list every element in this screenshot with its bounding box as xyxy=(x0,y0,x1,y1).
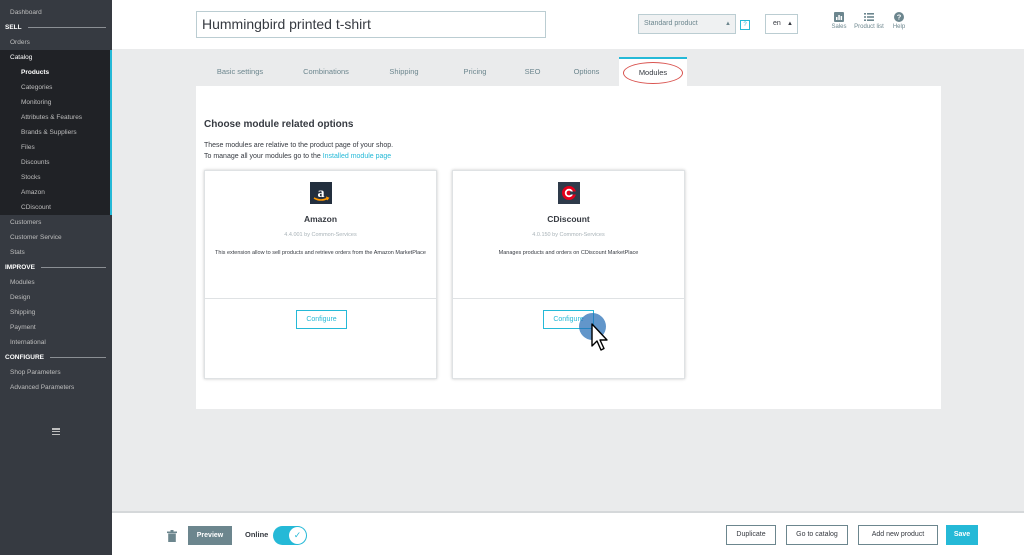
product-header: Hummingbird printed t-shirt Standard pro… xyxy=(112,0,1024,49)
bar-chart-icon xyxy=(834,12,844,22)
list-icon xyxy=(864,13,874,21)
sidebar-item-amazon[interactable]: Amazon xyxy=(0,185,110,200)
sidebar: Dashboard SELL Orders Catalog Products C… xyxy=(0,0,112,555)
tab-options[interactable]: Options xyxy=(554,57,619,86)
help-circle-icon: ? xyxy=(894,12,904,22)
sidebar-item-payment[interactable]: Payment xyxy=(0,320,112,335)
sidebar-group-catalog: Catalog Products Categories Monitoring A… xyxy=(0,50,112,215)
section-divider xyxy=(27,27,106,28)
mouse-pointer-icon xyxy=(591,323,608,351)
sidebar-item-files[interactable]: Files xyxy=(0,140,110,155)
check-icon: ✓ xyxy=(289,527,306,544)
help-label: Help xyxy=(892,24,906,30)
sidebar-item-shipping[interactable]: Shipping xyxy=(0,305,112,320)
language-select[interactable]: en ▲ xyxy=(765,14,798,34)
sidebar-item-catalog[interactable]: Catalog xyxy=(0,50,110,65)
select-caret-icon: ▲ xyxy=(787,21,793,27)
section-heading: Choose module related options xyxy=(204,119,354,130)
preview-button[interactable]: Preview xyxy=(188,526,232,545)
module-card-cdiscount: CDiscount 4.0.150 by Common-Services Man… xyxy=(452,170,685,379)
sidebar-item-categories[interactable]: Categories xyxy=(0,80,110,95)
section-divider xyxy=(50,357,106,358)
select-caret-icon: ▲ xyxy=(725,21,731,27)
sales-label: Sales xyxy=(831,24,847,30)
menu-collapse-icon[interactable] xyxy=(52,428,60,435)
go-to-catalog-button[interactable]: Go to catalog xyxy=(786,525,848,545)
product-type-help-icon[interactable]: ? xyxy=(740,20,750,30)
tab-pricing[interactable]: Pricing xyxy=(439,57,511,86)
module-version: 4.0.150 by Common-Services xyxy=(532,232,605,238)
section-label: IMPROVE xyxy=(5,264,35,271)
sidebar-item-design[interactable]: Design xyxy=(0,290,112,305)
description-text: To manage all your modules go to the xyxy=(204,153,323,160)
sidebar-item-brands[interactable]: Brands & Suppliers xyxy=(0,125,110,140)
product-footer: Preview Online ✓ Duplicate Go to catalog… xyxy=(112,511,1024,555)
module-card-amazon: a Amazon 4.4.001 by Common-Services This… xyxy=(204,170,437,379)
language-value: en xyxy=(773,20,781,27)
add-new-product-button[interactable]: Add new product xyxy=(858,525,938,545)
sidebar-item-stats[interactable]: Stats xyxy=(0,245,112,260)
duplicate-button[interactable]: Duplicate xyxy=(726,525,776,545)
sidebar-section-sell: SELL xyxy=(0,20,112,35)
description-line: To manage all your modules go to the Ins… xyxy=(204,151,393,162)
sidebar-section-improve: IMPROVE xyxy=(0,260,112,275)
sidebar-item-products[interactable]: Products xyxy=(0,65,110,80)
installed-modules-link[interactable]: Installed module page xyxy=(323,153,392,160)
sidebar-item-attributes[interactable]: Attributes & Features xyxy=(0,110,110,125)
tab-combinations[interactable]: Combinations xyxy=(283,57,369,86)
svg-text:a: a xyxy=(318,186,325,201)
section-description: These modules are relative to the produc… xyxy=(204,140,393,162)
sidebar-item-monitoring[interactable]: Monitoring xyxy=(0,95,110,110)
module-name: CDiscount xyxy=(547,214,590,224)
save-button[interactable]: Save xyxy=(946,525,978,545)
sidebar-item-shop-parameters[interactable]: Shop Parameters xyxy=(0,365,112,380)
sidebar-item-advanced-parameters[interactable]: Advanced Parameters xyxy=(0,380,112,395)
sidebar-item-stocks[interactable]: Stocks xyxy=(0,170,110,185)
sidebar-item-orders[interactable]: Orders xyxy=(0,35,112,50)
sidebar-item-international[interactable]: International xyxy=(0,335,112,350)
online-label: Online xyxy=(245,530,269,539)
cdiscount-logo-icon xyxy=(558,182,580,204)
sidebar-item-dashboard[interactable]: Dashboard xyxy=(0,5,112,20)
section-label: SELL xyxy=(5,24,22,31)
configure-button[interactable]: Configure xyxy=(296,310,347,329)
section-divider xyxy=(40,267,106,268)
section-label: CONFIGURE xyxy=(5,354,44,361)
help-link[interactable]: ? Help xyxy=(879,12,919,30)
amazon-logo-icon: a xyxy=(310,182,332,204)
sidebar-item-modules[interactable]: Modules xyxy=(0,275,112,290)
tab-seo[interactable]: SEO xyxy=(511,57,554,86)
sidebar-item-customer-service[interactable]: Customer Service xyxy=(0,230,112,245)
description-line: These modules are relative to the produc… xyxy=(204,142,394,149)
trash-icon[interactable] xyxy=(167,530,177,542)
tab-shipping[interactable]: Shipping xyxy=(369,57,439,86)
sidebar-section-configure: CONFIGURE xyxy=(0,350,112,365)
online-toggle[interactable]: ✓ xyxy=(273,526,307,545)
sidebar-item-customers[interactable]: Customers xyxy=(0,215,112,230)
tab-modules[interactable]: Modules xyxy=(619,57,687,86)
product-tabs: Basic settings Combinations Shipping Pri… xyxy=(197,57,687,86)
product-name-input[interactable]: Hummingbird printed t-shirt xyxy=(196,11,546,38)
svg-text:?: ? xyxy=(897,13,902,22)
sidebar-item-discounts[interactable]: Discounts xyxy=(0,155,110,170)
tab-basic-settings[interactable]: Basic settings xyxy=(197,57,283,86)
module-description: This extension allow to sell products an… xyxy=(215,250,426,256)
highlight-circle xyxy=(623,62,683,84)
modules-panel: Choose module related options These modu… xyxy=(196,86,941,409)
card-divider xyxy=(453,298,684,299)
product-type-select[interactable]: Standard product ▲ xyxy=(638,14,736,34)
sidebar-item-cdiscount[interactable]: CDiscount xyxy=(0,200,110,215)
card-divider xyxy=(205,298,436,299)
module-version: 4.4.001 by Common-Services xyxy=(284,232,357,238)
module-name: Amazon xyxy=(303,214,338,224)
product-type-value: Standard product xyxy=(644,20,698,27)
module-description: Manages products and orders on CDiscount… xyxy=(498,250,639,256)
